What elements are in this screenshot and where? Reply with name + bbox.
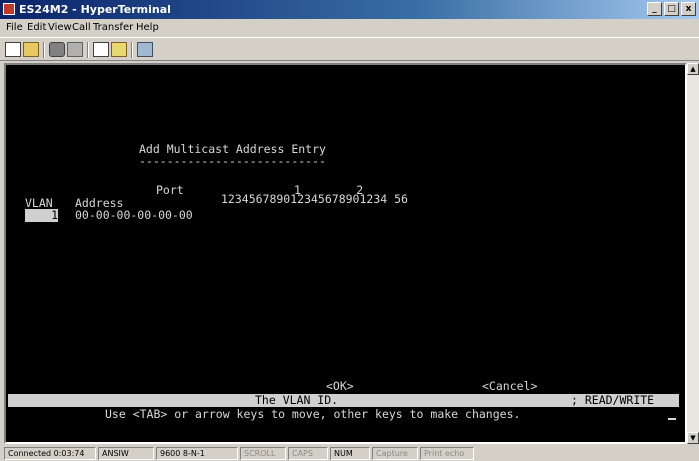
- status-print-echo: Print echo: [420, 447, 474, 460]
- access-mode-label: READ/WRITE: [584, 393, 655, 407]
- menu-edit[interactable]: Edit: [27, 22, 46, 33]
- terminal-frame: Add Multicast Address Entry ------------…: [4, 63, 687, 444]
- title-bar: ES24M2 - HyperTerminal _ □ x: [0, 0, 699, 19]
- maximize-button[interactable]: □: [664, 2, 679, 16]
- terminal-status-line: The VLAN ID. ; READ/WRITE: [8, 394, 679, 407]
- toolbar: [0, 37, 699, 61]
- menu-call[interactable]: Call: [72, 22, 91, 33]
- status-num: NUM: [330, 447, 370, 460]
- disconnect-icon[interactable]: [67, 42, 83, 57]
- menu-view[interactable]: View: [48, 22, 72, 33]
- properties-icon[interactable]: [137, 42, 153, 57]
- minimize-button[interactable]: _: [647, 2, 662, 16]
- toolbar-separator: [87, 42, 89, 58]
- cancel-button[interactable]: <Cancel>: [482, 380, 537, 393]
- menu-transfer[interactable]: Transfer: [93, 22, 133, 33]
- access-mode-indicator: ; READ/WRITE: [571, 393, 655, 407]
- send-icon[interactable]: [93, 42, 109, 57]
- terminal-screen[interactable]: Add Multicast Address Entry ------------…: [8, 67, 679, 440]
- port-label: Port: [156, 183, 184, 197]
- ok-button[interactable]: <OK>: [326, 380, 354, 393]
- open-folder-icon[interactable]: [23, 42, 39, 57]
- scroll-down-icon[interactable]: ▼: [687, 432, 699, 444]
- help-line: Use <TAB> or arrow keys to move, other k…: [105, 407, 521, 421]
- text-cursor: [668, 418, 676, 420]
- status-caps: CAPS: [288, 447, 328, 460]
- receive-icon[interactable]: [111, 42, 127, 57]
- close-button[interactable]: x: [681, 2, 696, 16]
- field-description: The VLAN ID.: [255, 393, 339, 407]
- status-connection: Connected 0:03:74: [4, 447, 96, 460]
- hyperterminal-app-icon[interactable]: [3, 3, 15, 15]
- window-title: ES24M2 - HyperTerminal: [19, 3, 171, 16]
- connect-phone-icon[interactable]: [49, 42, 65, 57]
- status-emulation: ANSIW: [98, 447, 154, 460]
- new-file-icon[interactable]: [5, 42, 21, 57]
- status-port-settings: 9600 8-N-1: [156, 447, 238, 460]
- vlan-id-field[interactable]: 1: [25, 209, 58, 222]
- menu-help[interactable]: Help: [136, 22, 159, 33]
- status-capture: Capture: [372, 447, 418, 460]
- port-digits-row: 123456789012345678901234 56: [221, 192, 408, 206]
- status-bar: Connected 0:03:74 ANSIW 9600 8-N-1 SCROL…: [0, 446, 699, 461]
- vertical-scrollbar[interactable]: ▲ ▼: [687, 63, 699, 444]
- scroll-up-icon[interactable]: ▲: [687, 63, 699, 75]
- window-controls: _ □ x: [647, 2, 696, 16]
- status-scroll: SCROLL: [240, 447, 286, 460]
- toolbar-separator: [131, 42, 133, 58]
- menu-file[interactable]: File: [6, 22, 23, 33]
- toolbar-separator: [43, 42, 45, 58]
- menu-bar: File Edit View Call Transfer Help: [0, 19, 699, 37]
- heading-underline: ---------------------------: [139, 154, 326, 168]
- mac-address-field[interactable]: 00-00-00-00-00-00: [75, 209, 193, 222]
